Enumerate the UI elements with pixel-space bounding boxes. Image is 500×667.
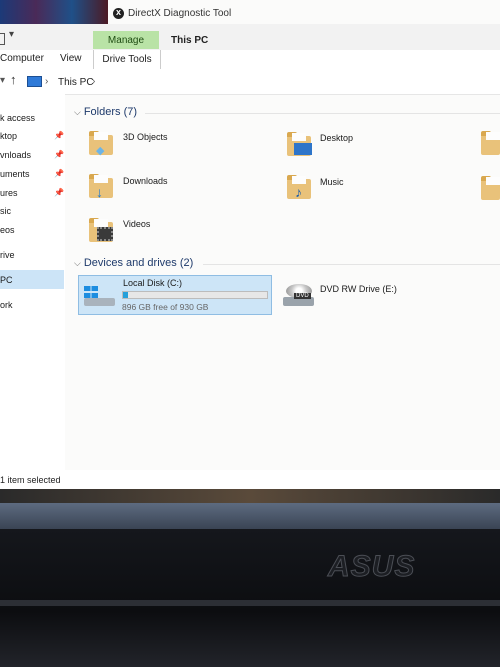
hard-drive-icon: [84, 298, 115, 306]
film-strip-icon: [97, 227, 113, 241]
folders-section-header[interactable]: ⌵ Folders (7): [74, 106, 137, 118]
folder-label: Desktop: [320, 133, 354, 143]
title-bar: [0, 24, 500, 50]
nav-item-quick-access[interactable]: k access: [0, 113, 35, 123]
nav-item-pictures[interactable]: ures: [0, 188, 18, 198]
status-bar: [0, 470, 500, 490]
nav-item-this-pc[interactable]: PC: [0, 275, 13, 285]
quick-access-folder-icon[interactable]: [0, 33, 5, 45]
drive-label: Local Disk (C:): [123, 278, 183, 288]
nav-item-desktop[interactable]: ktop: [0, 131, 17, 141]
laptop-bezel: [0, 503, 500, 529]
chevron-down-icon[interactable]: ⌵: [74, 107, 81, 117]
folder-label: Music: [320, 177, 344, 187]
download-arrow-icon: ↓: [96, 184, 103, 200]
nav-item-documents[interactable]: uments: [0, 169, 30, 179]
folder-label: Downloads: [123, 176, 168, 186]
capacity-bar: [122, 291, 268, 299]
laptop-hinge: [0, 600, 500, 606]
desktop-background-strip: [0, 0, 108, 24]
this-pc-icon: [27, 76, 42, 87]
asus-logo: ASUS: [327, 550, 416, 584]
nav-item-music[interactable]: sic: [0, 206, 11, 216]
music-note-icon: ♪: [295, 184, 302, 200]
quick-access-dropdown-icon[interactable]: ▾: [9, 29, 14, 40]
chevron-down-icon[interactable]: ⌵: [74, 258, 81, 268]
tab-view[interactable]: View: [60, 53, 82, 64]
nav-item-downloads[interactable]: vnloads: [0, 150, 31, 160]
screen: DirectX Diagnostic Tool ▾ Manage This PC…: [0, 0, 500, 490]
taskbar-edge: [0, 489, 500, 503]
nav-item-network[interactable]: ork: [0, 300, 13, 310]
window-title: DirectX Diagnostic Tool: [128, 8, 232, 19]
capacity-bar-fill: [123, 292, 129, 298]
directx-icon: [113, 7, 124, 19]
drive-free-space: 896 GB free of 930 GB: [122, 302, 209, 312]
devices-section-title: Devices and drives (2): [83, 257, 194, 269]
section-divider: [203, 264, 500, 265]
tab-drive-tools[interactable]: Drive Tools: [93, 50, 161, 69]
tab-manage[interactable]: Manage: [93, 31, 159, 49]
drive-label: DVD RW Drive (E:): [320, 284, 397, 294]
status-text: 1 item selected: [0, 475, 61, 485]
cube-icon: ◆: [96, 145, 105, 157]
nav-item-onedrive[interactable]: rive: [0, 250, 15, 260]
windows-logo-icon: [84, 286, 98, 298]
dvd-badge: DVD: [294, 293, 311, 299]
pin-icon[interactable]: 📌: [54, 150, 64, 159]
tab-computer[interactable]: Computer: [0, 53, 44, 64]
pin-icon[interactable]: 📌: [54, 131, 64, 140]
monitor-icon: [294, 143, 312, 155]
devices-section-header[interactable]: ⌵ Devices and drives (2): [74, 257, 193, 269]
laptop-lower-bezel: [0, 529, 500, 667]
folder-label: 3D Objects: [123, 132, 168, 142]
recent-locations-icon[interactable]: ▾: [0, 75, 5, 86]
nav-item-videos[interactable]: eos: [0, 225, 15, 235]
breadcrumb-separator-icon[interactable]: ›: [45, 76, 48, 87]
documents-folder-icon[interactable]: [481, 131, 500, 155]
up-arrow-icon[interactable]: ↑: [10, 72, 17, 87]
pin-icon[interactable]: 📌: [54, 169, 64, 178]
pin-icon[interactable]: 📌: [54, 188, 64, 197]
section-divider: [145, 113, 500, 114]
breadcrumb-this-pc[interactable]: This PC: [58, 77, 94, 88]
folders-section-title: Folders (7): [83, 106, 138, 118]
breadcrumb-chevron-icon[interactable]: ›: [92, 76, 95, 87]
pictures-folder-icon[interactable]: [481, 176, 500, 200]
folder-label: Videos: [123, 219, 151, 229]
context-title: This PC: [171, 35, 209, 46]
